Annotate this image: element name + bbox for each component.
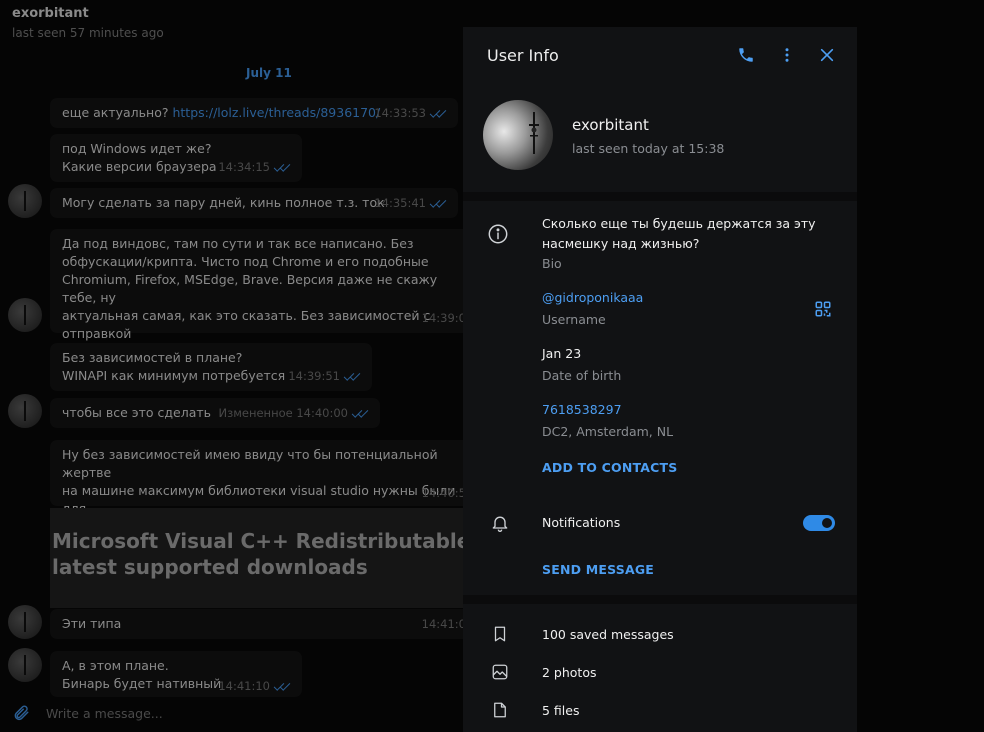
date-separator: July 11 — [246, 66, 292, 80]
message-time: 14:39:0 — [421, 311, 466, 325]
message-input[interactable] — [46, 706, 426, 721]
message-bubble[interactable]: Без зависимостей в плане? WINAPI как мин… — [50, 343, 372, 391]
message-time: Измененное 14:40:00 — [218, 406, 348, 420]
message-time: 14:35:41 — [374, 196, 426, 210]
message-time: 14:41:10 — [218, 679, 270, 693]
photo-icon — [489, 661, 511, 683]
user-info-panel: User Info exorbitant last seen today at … — [463, 27, 857, 732]
message-meta: Измененное 14:40:00 — [218, 404, 370, 422]
username-label: Username — [542, 312, 606, 327]
message-text: еще актуально? — [62, 105, 173, 120]
message-time: 14:41:0 — [421, 617, 466, 631]
chat-peer-name: exorbitant — [12, 6, 89, 21]
notifications-toggle[interactable] — [803, 515, 835, 531]
message-time: 14:39:51 — [288, 369, 340, 383]
message-link[interactable]: https://lolz.live/threads/8936170/ — [172, 105, 380, 120]
avatar[interactable] — [8, 298, 42, 332]
message-meta: 14:35:41 — [374, 194, 448, 212]
double-check-icon — [274, 682, 292, 692]
message-composer — [0, 696, 470, 732]
message-bubble[interactable]: Эти типа 14:41:0 — [50, 609, 470, 639]
avatar[interactable] — [8, 648, 42, 682]
message-meta: 14:39:0 — [422, 309, 466, 327]
double-check-icon — [274, 163, 292, 173]
birth-date-value[interactable]: Jan 23 — [542, 344, 581, 364]
message-bubble[interactable]: чтобы все это сделать Измененное 14:40:0… — [50, 398, 380, 428]
avatar[interactable] — [8, 184, 42, 218]
send-message-button[interactable]: SEND MESSAGE — [542, 562, 654, 577]
double-check-icon — [352, 409, 370, 419]
notifications-label: Notifications — [542, 515, 621, 530]
message-bubble[interactable]: А, в этом плане. Бинарь будет нативный 1… — [50, 651, 302, 697]
bio-text[interactable]: Сколько еще ты будешь держатся за эту на… — [542, 214, 832, 254]
qr-code-button[interactable] — [812, 298, 834, 320]
more-vertical-icon — [785, 48, 789, 62]
username-value[interactable]: @gidroponikaaa — [542, 288, 643, 308]
message-bubble[interactable]: Могу сделать за пару дней, кинь полное т… — [50, 188, 458, 218]
message-meta: 14:41:0 — [422, 615, 466, 633]
chat-header[interactable]: exorbitant last seen 57 minutes ago — [12, 6, 164, 40]
message-meta: 14:39:51 — [288, 367, 362, 385]
message-text: Эти типа — [62, 616, 122, 631]
avatar[interactable] — [8, 605, 42, 639]
section-divider — [463, 192, 857, 201]
message-bubble[interactable]: Да под виндовс, там по сути и так все на… — [50, 229, 470, 359]
section-divider — [463, 595, 857, 604]
birth-date-label: Date of birth — [542, 368, 622, 383]
phone-icon — [739, 48, 753, 62]
qr-code-icon — [815, 301, 831, 317]
profile-avatar[interactable] — [483, 100, 553, 170]
panel-title: User Info — [487, 46, 559, 65]
info-icon — [487, 223, 509, 245]
message-meta: 14:40:5 — [422, 484, 466, 502]
message-meta: 14:34:15 — [218, 158, 292, 176]
message-bubble[interactable]: еще актуально? https://lolz.live/threads… — [50, 98, 458, 128]
profile-name: exorbitant — [572, 116, 649, 134]
files-item[interactable]: 5 files — [542, 703, 579, 718]
link-preview-title: Microsoft Visual C++ Redistributable lat… — [52, 529, 471, 579]
bookmark-icon — [489, 623, 511, 645]
avatar-image — [529, 112, 539, 154]
saved-messages-item[interactable]: 100 saved messages — [542, 627, 674, 642]
profile-section: exorbitant last seen today at 15:38 — [463, 84, 857, 192]
profile-status: last seen today at 15:38 — [572, 141, 725, 156]
attach-icon[interactable] — [12, 704, 30, 726]
message-bubble[interactable]: под Windows идет же? Какие версии браузе… — [50, 134, 302, 182]
phone-value[interactable]: 7618538297 — [542, 400, 622, 420]
more-button[interactable] — [775, 43, 799, 67]
message-time: 14:34:15 — [218, 160, 270, 174]
avatar[interactable] — [8, 394, 42, 428]
datacenter-label: DC2, Amsterdam, NL — [542, 424, 674, 439]
bell-icon — [489, 512, 511, 534]
chat-peer-status: last seen 57 minutes ago — [12, 26, 164, 40]
double-check-icon — [430, 109, 448, 119]
panel-header: User Info — [463, 27, 857, 84]
bio-label: Bio — [542, 256, 562, 271]
photos-item[interactable]: 2 photos — [542, 665, 597, 680]
double-check-icon — [430, 199, 448, 209]
double-check-icon — [344, 372, 362, 382]
link-preview[interactable]: Microsoft Visual C++ Redistributable lat… — [50, 508, 480, 608]
close-icon — [820, 48, 834, 62]
toggle-knob — [822, 518, 832, 528]
call-button[interactable] — [734, 43, 758, 67]
file-icon — [489, 699, 511, 721]
message-meta: 14:41:10 — [218, 677, 292, 695]
message-time: 14:33:53 — [374, 106, 426, 120]
message-meta: 14:33:53 — [374, 104, 448, 122]
message-bubble[interactable]: Ну без зависимостей имею ввиду что бы по… — [50, 440, 470, 534]
message-time: 14:40:5 — [421, 486, 466, 500]
close-button[interactable] — [815, 43, 839, 67]
add-to-contacts-button[interactable]: ADD TO CONTACTS — [542, 460, 677, 475]
